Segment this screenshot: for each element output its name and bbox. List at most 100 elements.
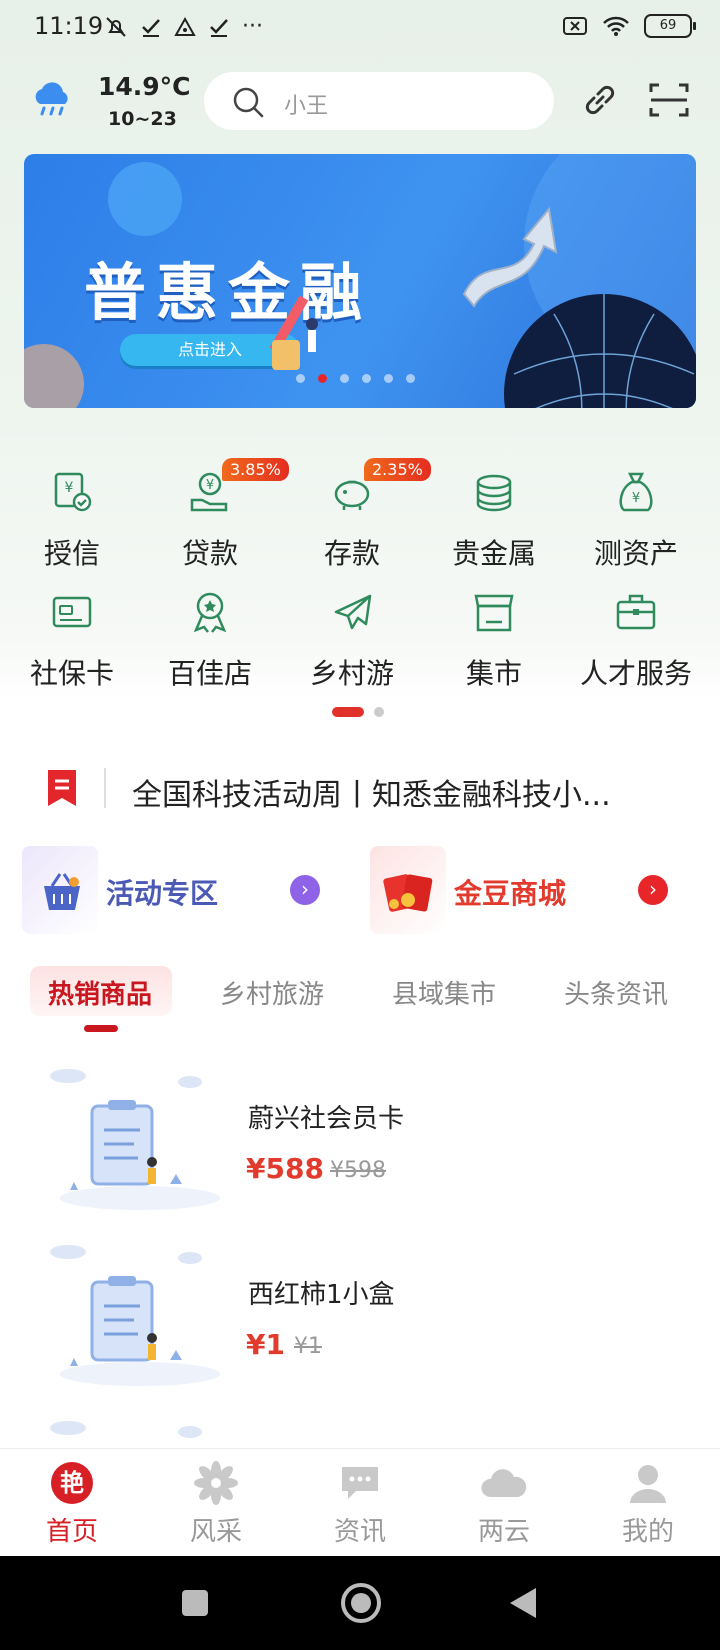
grid-item-label: 贷款	[181, 537, 238, 570]
grid-item[interactable]: 人才服务	[566, 590, 706, 700]
nav-label: 资讯	[333, 1517, 386, 1547]
svg-text:¥: ¥	[65, 480, 74, 496]
svg-text:¥: ¥	[632, 491, 640, 506]
divider	[104, 768, 106, 808]
nav-mine[interactable]: 我的	[576, 1449, 720, 1557]
nav-label: 两云	[477, 1517, 530, 1547]
back-button[interactable]	[508, 1586, 538, 1620]
card-icon	[52, 596, 92, 628]
grid-item-label: 集市	[465, 657, 522, 690]
page-dot-active	[332, 707, 364, 717]
product-old-price: ¥1	[294, 1334, 322, 1359]
grid-item-label: 百佳店	[167, 657, 252, 690]
tab-headline-news[interactable]: 头条资讯	[564, 974, 668, 1011]
banner-dot	[362, 374, 371, 383]
grid-item-label: 存款	[323, 537, 380, 570]
grid-item-label: 测资产	[593, 537, 678, 570]
system-icons: 69	[562, 14, 696, 38]
grid-item-label: 社保卡	[29, 657, 114, 690]
product-card[interactable]: 西红柿1小盒 ¥1 ¥1	[0, 1236, 720, 1412]
nav-home[interactable]: 艳 首页	[0, 1449, 144, 1557]
nav-label: 风采	[189, 1517, 242, 1547]
product-card[interactable]: 蔚兴社会员卡 ¥588 ¥598	[0, 1060, 720, 1236]
red-envelope-icon	[383, 874, 433, 912]
promo-activity[interactable]: 活动专区 ›	[18, 842, 352, 938]
nav-style[interactable]: 风采	[144, 1449, 288, 1557]
bottom-nav: 艳 首页 风采 资讯 两云 我的	[0, 1448, 720, 1557]
medal-icon	[193, 592, 227, 633]
product-image	[50, 1245, 220, 1386]
credit-icon: ¥	[54, 472, 92, 512]
grid-item[interactable]: 社保卡	[2, 590, 142, 700]
product-name: 蔚兴社会员卡	[248, 1104, 405, 1134]
no-sim-icon	[563, 17, 587, 35]
weather-range: 10~23	[108, 108, 177, 130]
promo-activity-label: 活动专区	[106, 877, 219, 910]
wifi-icon	[603, 16, 629, 36]
scan-icon[interactable]	[648, 80, 690, 120]
promo-mall-label: 金豆商城	[454, 877, 567, 910]
product-image	[50, 1069, 220, 1210]
nav-news[interactable]: 资讯	[288, 1449, 432, 1557]
basket-icon	[44, 873, 80, 910]
tab-hot-products[interactable]: 热销商品	[48, 974, 152, 1011]
grid-item[interactable]: ¥ 授信	[2, 470, 142, 580]
product-image-partial	[50, 1421, 202, 1438]
money-bag-icon: ¥	[619, 472, 653, 512]
more-icon: ···	[242, 14, 263, 39]
grid-pagination	[332, 707, 384, 717]
link-icon[interactable]	[580, 80, 620, 120]
svg-text:艳: 艳	[60, 1469, 84, 1497]
weather-temp: 14.9°C	[98, 72, 191, 101]
nav-cloud[interactable]: 两云	[432, 1449, 576, 1557]
home-button[interactable]	[340, 1582, 382, 1624]
grid-item[interactable]: 集市	[424, 590, 564, 700]
user-icon	[630, 1465, 666, 1503]
notice-bar[interactable]: 全国科技活动周丨知悉金融科技小...	[20, 746, 700, 830]
triangle-icon	[174, 16, 196, 36]
chevron-right-icon: ›	[290, 875, 320, 905]
grid-item[interactable]: 乡村游	[282, 590, 422, 700]
grid-item[interactable]: ¥3.85% 贷款	[140, 458, 289, 580]
chevron-right-icon: ›	[638, 875, 668, 905]
search-input[interactable]: 小王	[284, 88, 328, 120]
grid-item[interactable]: 百佳店	[140, 590, 280, 700]
chat-icon	[342, 1467, 378, 1499]
banner-carousel[interactable]: 普惠金融 点击进入	[24, 154, 696, 408]
banner-pagination	[296, 374, 415, 383]
page-dot	[374, 707, 384, 717]
search-icon	[233, 87, 264, 118]
system-nav-bar	[0, 1556, 720, 1650]
notification-icons: ···	[104, 14, 263, 39]
cloud-icon	[481, 1469, 527, 1497]
grid-item-label: 授信	[43, 537, 100, 570]
product-old-price: ¥598	[330, 1158, 386, 1183]
recents-button[interactable]	[182, 1590, 208, 1616]
cloud-rain-icon	[35, 82, 68, 116]
grid-item[interactable]: ¥ 测资产	[566, 470, 706, 580]
product-name: 西红柿1小盒	[248, 1280, 395, 1310]
banner-dot	[296, 374, 305, 383]
banner-dot	[340, 374, 349, 383]
nav-label: 首页	[45, 1517, 98, 1547]
product-price: ¥588	[246, 1152, 324, 1185]
check-icon	[210, 18, 228, 37]
grid-item[interactable]: 贵金属	[424, 470, 564, 580]
coins-icon	[476, 474, 512, 512]
tab-rural-travel[interactable]: 乡村旅游	[220, 974, 324, 1011]
pencil-figure-icon	[269, 295, 318, 370]
battery-icon: 69	[644, 14, 696, 38]
search-bar[interactable]: 小王	[204, 72, 554, 130]
promo-mall[interactable]: 金豆商城 ›	[366, 842, 700, 938]
tab-county-market[interactable]: 县域集市	[392, 974, 496, 1011]
bookmark-icon	[48, 770, 76, 806]
rate-badge: 3.85%	[222, 458, 289, 481]
banner-dot	[406, 374, 415, 383]
briefcase-icon	[616, 594, 656, 630]
tab-indicator	[84, 1025, 118, 1032]
grid-item[interactable]: 2.35% 存款	[282, 458, 431, 580]
notice-text[interactable]: 全国科技活动周丨知悉金融科技小...	[132, 770, 611, 814]
rate-badge: 2.35%	[364, 458, 431, 481]
check-icon	[142, 18, 160, 37]
home-logo-icon: 艳	[51, 1462, 93, 1504]
